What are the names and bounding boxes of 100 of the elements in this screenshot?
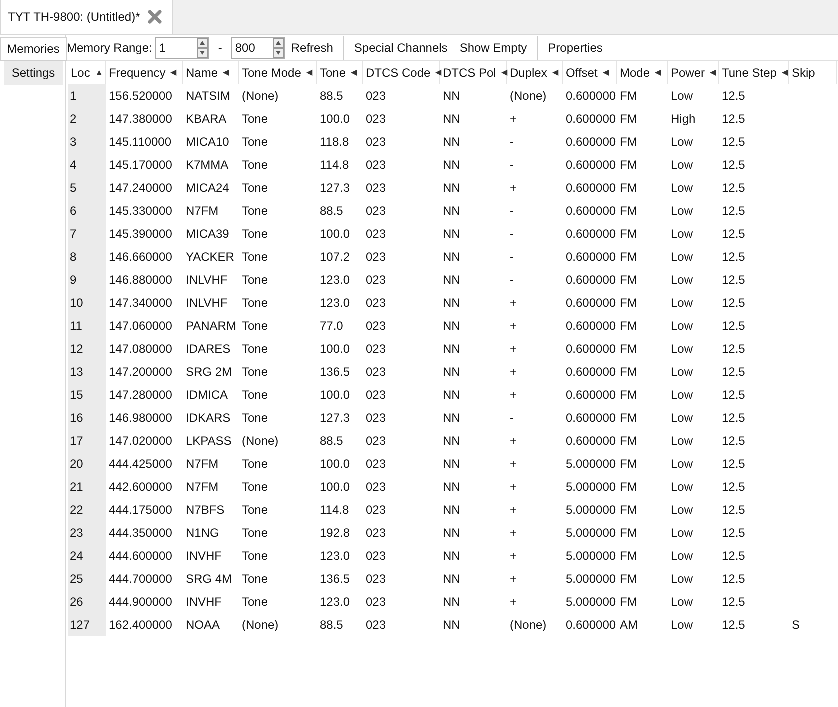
table-cell-text: YACKER [185,248,236,266]
table-cell-text: Tone [241,156,270,174]
table-cell-text: NN [442,340,462,358]
table-cell-text: NN [442,386,462,404]
location-cell: 6 [68,199,106,222]
table-cell-text: (None) [241,88,280,104]
column-header[interactable]: Frequency ◀ [106,61,183,84]
table-cell-text: 023 [365,340,388,358]
table-cell-text: - [509,248,515,266]
table-cell-text: NOAA [185,616,222,634]
column-header[interactable]: Skip [789,61,837,84]
table-cell-text: Tone [241,386,270,404]
table-cell-text: 88.5 [319,202,344,220]
table-cell-text: Low [670,156,694,174]
column-header[interactable]: Tune Step ◀ [719,61,789,84]
table-cell-text: 0.600000 [565,386,617,404]
table-cell-text: 123.0 [319,272,352,288]
table-cell-text: 12.5 [721,110,746,128]
location-cell: 23 [68,521,106,544]
column-header[interactable]: Duplex ◀ [507,61,563,84]
table-cell-text: IDKARS [185,410,232,426]
table-cell-text: 023 [365,180,388,196]
table-cell-text: + [509,456,518,472]
location-cell: 127 [68,613,106,636]
table-cell-text: + [509,570,518,588]
table-cell-text: 023 [365,386,388,404]
table-cell-text: NN [442,180,462,196]
table-cell-text: 023 [365,134,388,150]
table-cell-text: 023 [365,502,388,518]
range-start-field[interactable]: 1 [155,36,210,58]
table-cell-text: SRG 2M [185,364,234,380]
spinner-icon[interactable] [197,38,208,58]
toolbar-button[interactable]: Properties [542,36,609,58]
table-cell-text: 100.0 [319,110,352,128]
table-cell-text: NN [442,226,462,242]
table-cell-text: + [509,386,518,404]
table-cell-text: 023 [365,248,388,266]
toolbar-button[interactable]: Refresh [285,36,340,58]
table-cell-text: NN [442,134,462,150]
table-cell-text: + [509,180,518,196]
column-header[interactable]: Mode ◀ [617,61,668,84]
side-tab[interactable]: Settings [4,61,63,85]
table-cell-text: 12.5 [721,180,746,196]
table-cell-text: 12.5 [721,340,746,358]
table-cell-text: 100.0 [319,226,352,242]
table-cell-text: Low [670,524,694,542]
table-cell-text: 023 [365,410,388,426]
table-cell-text: 023 [365,226,388,242]
table-cell-text: NN [442,294,462,312]
location-cell: 7 [68,222,106,245]
toolbar-button[interactable]: Show Empty [454,36,534,58]
table-cell-text: 12.5 [721,386,746,404]
table-cell-text: + [509,364,518,380]
location-cell: 4 [68,153,106,176]
table-cell-text: NN [442,410,462,426]
table-cell-text: Low [670,502,694,518]
toolbar-button[interactable]: Special Channels [348,36,454,58]
document-tab[interactable]: TYT TH-9800: (Untitled)* [0,0,174,34]
table-cell-text: 12.5 [721,456,746,472]
table-cell-text: 5.000000 [565,594,617,610]
table-cell-text: NN [442,156,462,174]
table-cell-text: 12.5 [721,364,746,380]
table-cell-text: 12.5 [721,502,746,518]
table-cell-text: 156.520000 [108,88,174,104]
table-cell-text: 147.240000 [108,180,174,196]
close-icon[interactable] [148,10,162,24]
table-cell-text: 192.8 [319,524,352,542]
table-cell-text: 146.980000 [108,410,174,426]
table-cell-text: NN [442,88,462,104]
location-cell: 11 [68,314,106,337]
location-cell: 3 [68,130,106,153]
range-end-field[interactable]: 800 [231,36,286,58]
column-header[interactable]: Tone ◀ [317,61,363,84]
table-cell-text: 12.5 [721,548,746,564]
table-cell-text: 12.5 [721,524,746,542]
table-cell-text: 136.5 [319,364,352,380]
table-cell-text: 023 [365,478,388,496]
table-cell-text: Tone [241,294,270,312]
spinner-icon[interactable] [273,38,284,58]
table-cell-text: IDMICA [185,386,229,404]
column-header[interactable]: Name ◀ [183,61,239,84]
table-cell-text: NN [442,432,462,450]
table-cell-text: Tone [241,340,270,358]
table-cell-text: 114.8 [319,156,350,174]
table-cell-text: K7MMA [185,156,230,174]
table-cell-text: INVHF [185,594,223,610]
table-cell-text: 0.600000 [565,432,617,450]
table-cell-text: NN [442,272,462,288]
column-header[interactable]: Offset ◀ [563,61,617,84]
table-cell-text: FM [619,88,638,104]
table-cell-text: FM [619,456,638,472]
table-cell-text: Low [670,134,694,150]
column-header[interactable]: Power ◀ [668,61,719,84]
table-cell-text: Tone [241,180,270,196]
column-header[interactable]: Tone Mode ◀ [239,61,317,84]
table-cell-text: 0.600000 [565,272,617,288]
column-header[interactable]: DTCS Code ◀ [363,61,440,84]
side-tab[interactable]: Memories [0,37,67,61]
table-cell-text: FM [619,340,638,358]
table-cell-text: 0.600000 [565,88,617,104]
